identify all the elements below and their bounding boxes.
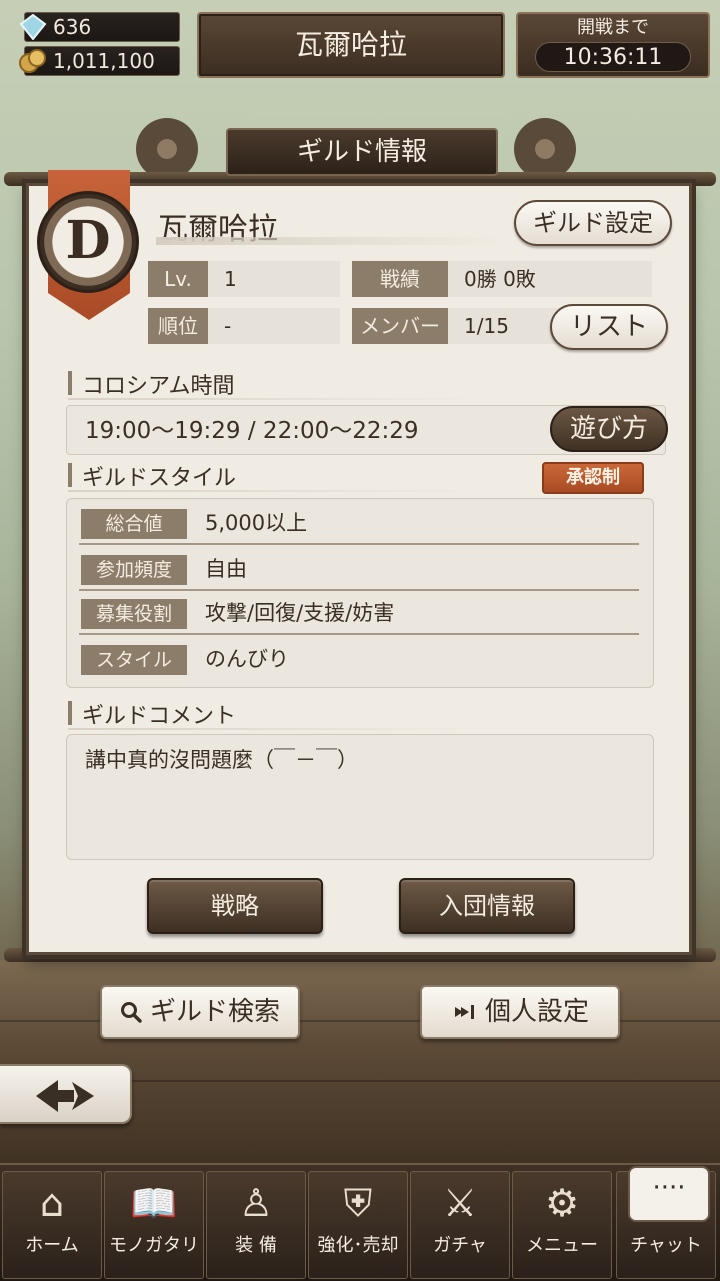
- gears-icon: ⚙: [544, 1181, 580, 1225]
- colosseum-section-title: コロシアム時間: [68, 368, 234, 400]
- level-label: Lv.: [148, 261, 208, 297]
- personal-settings-label: 個人設定: [484, 997, 589, 1027]
- nav-menu[interactable]: ⚙ メニュー: [512, 1171, 612, 1279]
- guild-comment-text: 講中真的沒問題麼（￣－￣）: [66, 734, 654, 860]
- nav-label: チャット: [630, 1235, 702, 1256]
- nav-label: モノガタリ: [109, 1235, 199, 1256]
- style-row-roles: 募集役割 攻撃/回復/支援/妨害: [79, 591, 639, 635]
- member-list-button[interactable]: リスト: [550, 304, 668, 350]
- equipment-icon: ♙: [238, 1181, 274, 1225]
- nav-label: ホーム: [25, 1235, 79, 1256]
- back-arrow-icon: [34, 1074, 96, 1114]
- personal-settings-button[interactable]: 個人設定: [420, 985, 620, 1039]
- nav-equipment[interactable]: ♙ 装 備: [206, 1171, 306, 1279]
- level-value: 1: [208, 261, 340, 297]
- guild-comment-section-title: ギルドコメント: [68, 698, 236, 730]
- coins-icon: [19, 48, 47, 74]
- style-row-frequency: 参加頻度 自由: [79, 547, 639, 591]
- nav-story[interactable]: 📖 モノガタリ: [104, 1171, 204, 1279]
- rank-value: -: [208, 308, 340, 344]
- record-value: 0勝 0敗: [448, 261, 652, 297]
- timer-label: 開戦まで: [577, 17, 649, 38]
- crossed-swords-icon: ⚔: [442, 1181, 478, 1225]
- guild-comment-divider: [68, 728, 488, 730]
- gear-decoration-left: [136, 118, 198, 180]
- join-info-button[interactable]: 入団情報: [399, 878, 575, 934]
- guild-name-underline: [156, 237, 506, 245]
- nav-label: メニュー: [526, 1235, 598, 1256]
- chat-bubble-icon[interactable]: ····: [628, 1166, 710, 1222]
- coin-count: 1,011,100: [53, 49, 155, 73]
- nav-enhance-sell[interactable]: ⛨ 強化･売却: [308, 1171, 408, 1279]
- gem-counter: 636: [19, 12, 180, 42]
- nav-home[interactable]: ⌂ ホーム: [2, 1171, 102, 1279]
- colosseum-divider: [68, 398, 488, 400]
- rank-label: 順位: [148, 308, 208, 344]
- style-value: のんびり: [205, 647, 289, 671]
- guild-title-header: 瓦爾哈拉: [197, 12, 505, 78]
- nav-label: ガチャ: [433, 1235, 487, 1256]
- panel-title: ギルド情報: [226, 128, 498, 176]
- style-label: 総合値: [81, 509, 187, 539]
- castle-icon: ⌂: [39, 1181, 65, 1225]
- enter-arrow-icon: [451, 989, 477, 1039]
- approval-required-badge: 承認制: [542, 462, 644, 494]
- style-value: 5,000以上: [205, 511, 308, 535]
- style-value: 自由: [205, 557, 247, 581]
- member-label: メンバー: [352, 308, 448, 344]
- style-row-overall: 総合値 5,000以上: [79, 501, 639, 545]
- how-to-play-button[interactable]: 遊び方: [550, 406, 668, 452]
- guild-style-box: 総合値 5,000以上 参加頻度 自由 募集役割 攻撃/回復/支援/妨害 スタイ…: [66, 498, 654, 688]
- armor-icon: ⛨: [343, 1181, 373, 1225]
- book-icon: 📖: [130, 1181, 178, 1225]
- bottom-navigation: ⌂ ホーム 📖 モノガタリ ♙ 装 備 ⛨ 強化･売却 ⚔ ガチャ ⚙ メニュー…: [0, 1163, 720, 1281]
- style-row-style: スタイル のんびり: [79, 637, 639, 681]
- nav-label: 強化･売却: [317, 1235, 399, 1256]
- gem-count: 636: [53, 15, 92, 39]
- gear-decoration-right: [514, 118, 576, 180]
- crystal-icon: [19, 13, 47, 41]
- style-label: スタイル: [81, 645, 187, 675]
- guild-search-label: ギルド検索: [149, 997, 280, 1027]
- guild-style-divider: [68, 490, 488, 492]
- guild-settings-button[interactable]: ギルド設定: [514, 200, 672, 246]
- guild-search-button[interactable]: ギルド検索: [100, 985, 300, 1039]
- nav-label: 装 備: [235, 1235, 277, 1256]
- coin-counter: 1,011,100: [19, 46, 180, 76]
- strategy-button[interactable]: 戦略: [147, 878, 323, 934]
- guild-rank-emblem: D: [37, 191, 139, 293]
- search-icon: [120, 989, 142, 1039]
- style-value: 攻撃/回復/支援/妨害: [205, 601, 395, 625]
- style-label: 参加頻度: [81, 555, 187, 585]
- battle-timer: 開戦まで 10:36:11: [516, 12, 710, 78]
- record-label: 戦績: [352, 261, 448, 297]
- style-label: 募集役割: [81, 599, 187, 629]
- back-button[interactable]: [0, 1064, 132, 1124]
- guild-style-section-title: ギルドスタイル: [68, 460, 236, 492]
- timer-value: 10:36:11: [535, 42, 691, 72]
- nav-gacha[interactable]: ⚔ ガチャ: [410, 1171, 510, 1279]
